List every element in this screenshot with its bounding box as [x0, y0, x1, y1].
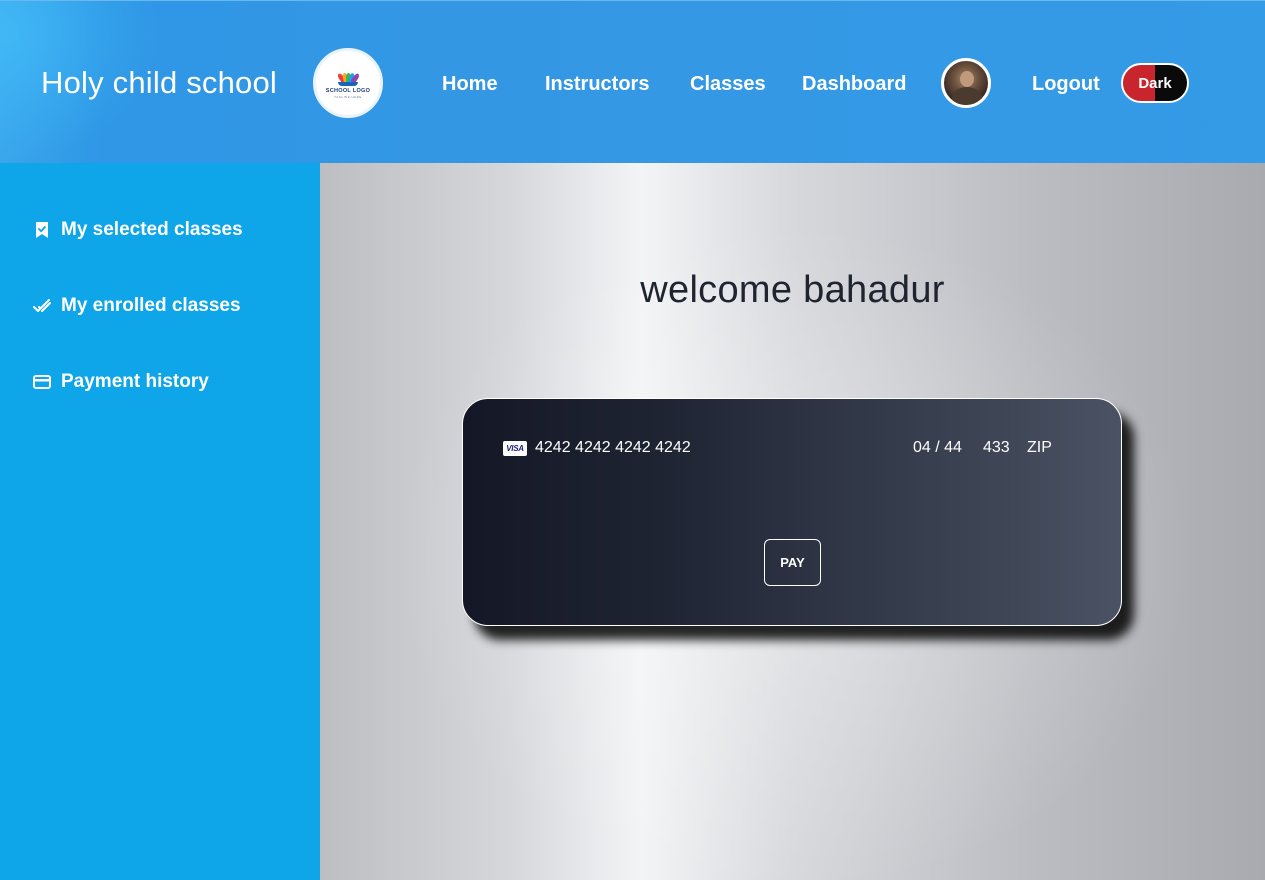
double-check-icon — [33, 297, 51, 315]
sidebar-item-label: Payment history — [61, 371, 209, 392]
sidebar-item-selected-classes[interactable]: My selected classes — [33, 219, 243, 241]
card-zip-field[interactable]: ZIP — [1027, 439, 1052, 457]
main-content: welcome bahadur VISA 4242 4242 4242 4242… — [320, 163, 1265, 880]
card-number-field[interactable]: 4242 4242 4242 4242 — [535, 439, 691, 457]
dashboard-sidebar: My selected classes My enrolled classes … — [0, 163, 320, 880]
pay-button[interactable]: PAY — [764, 539, 821, 586]
logo-text: SCHOOL LOGO — [325, 87, 371, 94]
bookmark-check-icon — [33, 221, 51, 239]
nav-classes-link[interactable]: Classes — [690, 73, 766, 96]
logo-tagline: TAGLINE HERE — [334, 94, 362, 99]
sidebar-item-enrolled-classes[interactable]: My enrolled classes — [33, 295, 241, 317]
sidebar-item-label: My selected classes — [61, 219, 243, 240]
theme-toggle-label: Dark — [1138, 75, 1172, 92]
card-cvc-field[interactable]: 433 — [983, 439, 1010, 457]
payment-card-form: VISA 4242 4242 4242 4242 04 / 44 433 ZIP… — [462, 398, 1122, 626]
school-logo[interactable]: SCHOOL LOGO TAGLINE HERE — [313, 48, 383, 118]
welcome-heading: welcome bahadur — [640, 269, 945, 311]
top-navbar: Holy child school SCHOOL LOGO TAGLINE HE… — [0, 0, 1265, 164]
theme-toggle-button[interactable]: Dark — [1121, 63, 1189, 103]
logout-link[interactable]: Logout — [1032, 73, 1100, 96]
visa-icon: VISA — [503, 441, 527, 456]
nav-instructors-link[interactable]: Instructors — [545, 73, 649, 96]
nav-dashboard-link[interactable]: Dashboard — [802, 73, 906, 96]
sidebar-item-label: My enrolled classes — [61, 295, 241, 316]
sidebar-item-payment-history[interactable]: Payment history — [33, 371, 209, 393]
site-brand[interactable]: Holy child school — [41, 65, 277, 101]
user-avatar[interactable] — [941, 58, 991, 108]
card-expiry-field[interactable]: 04 / 44 — [913, 439, 962, 457]
nav-home-link[interactable]: Home — [442, 73, 498, 96]
credit-card-icon — [33, 373, 51, 391]
logo-mark-icon — [335, 68, 361, 86]
